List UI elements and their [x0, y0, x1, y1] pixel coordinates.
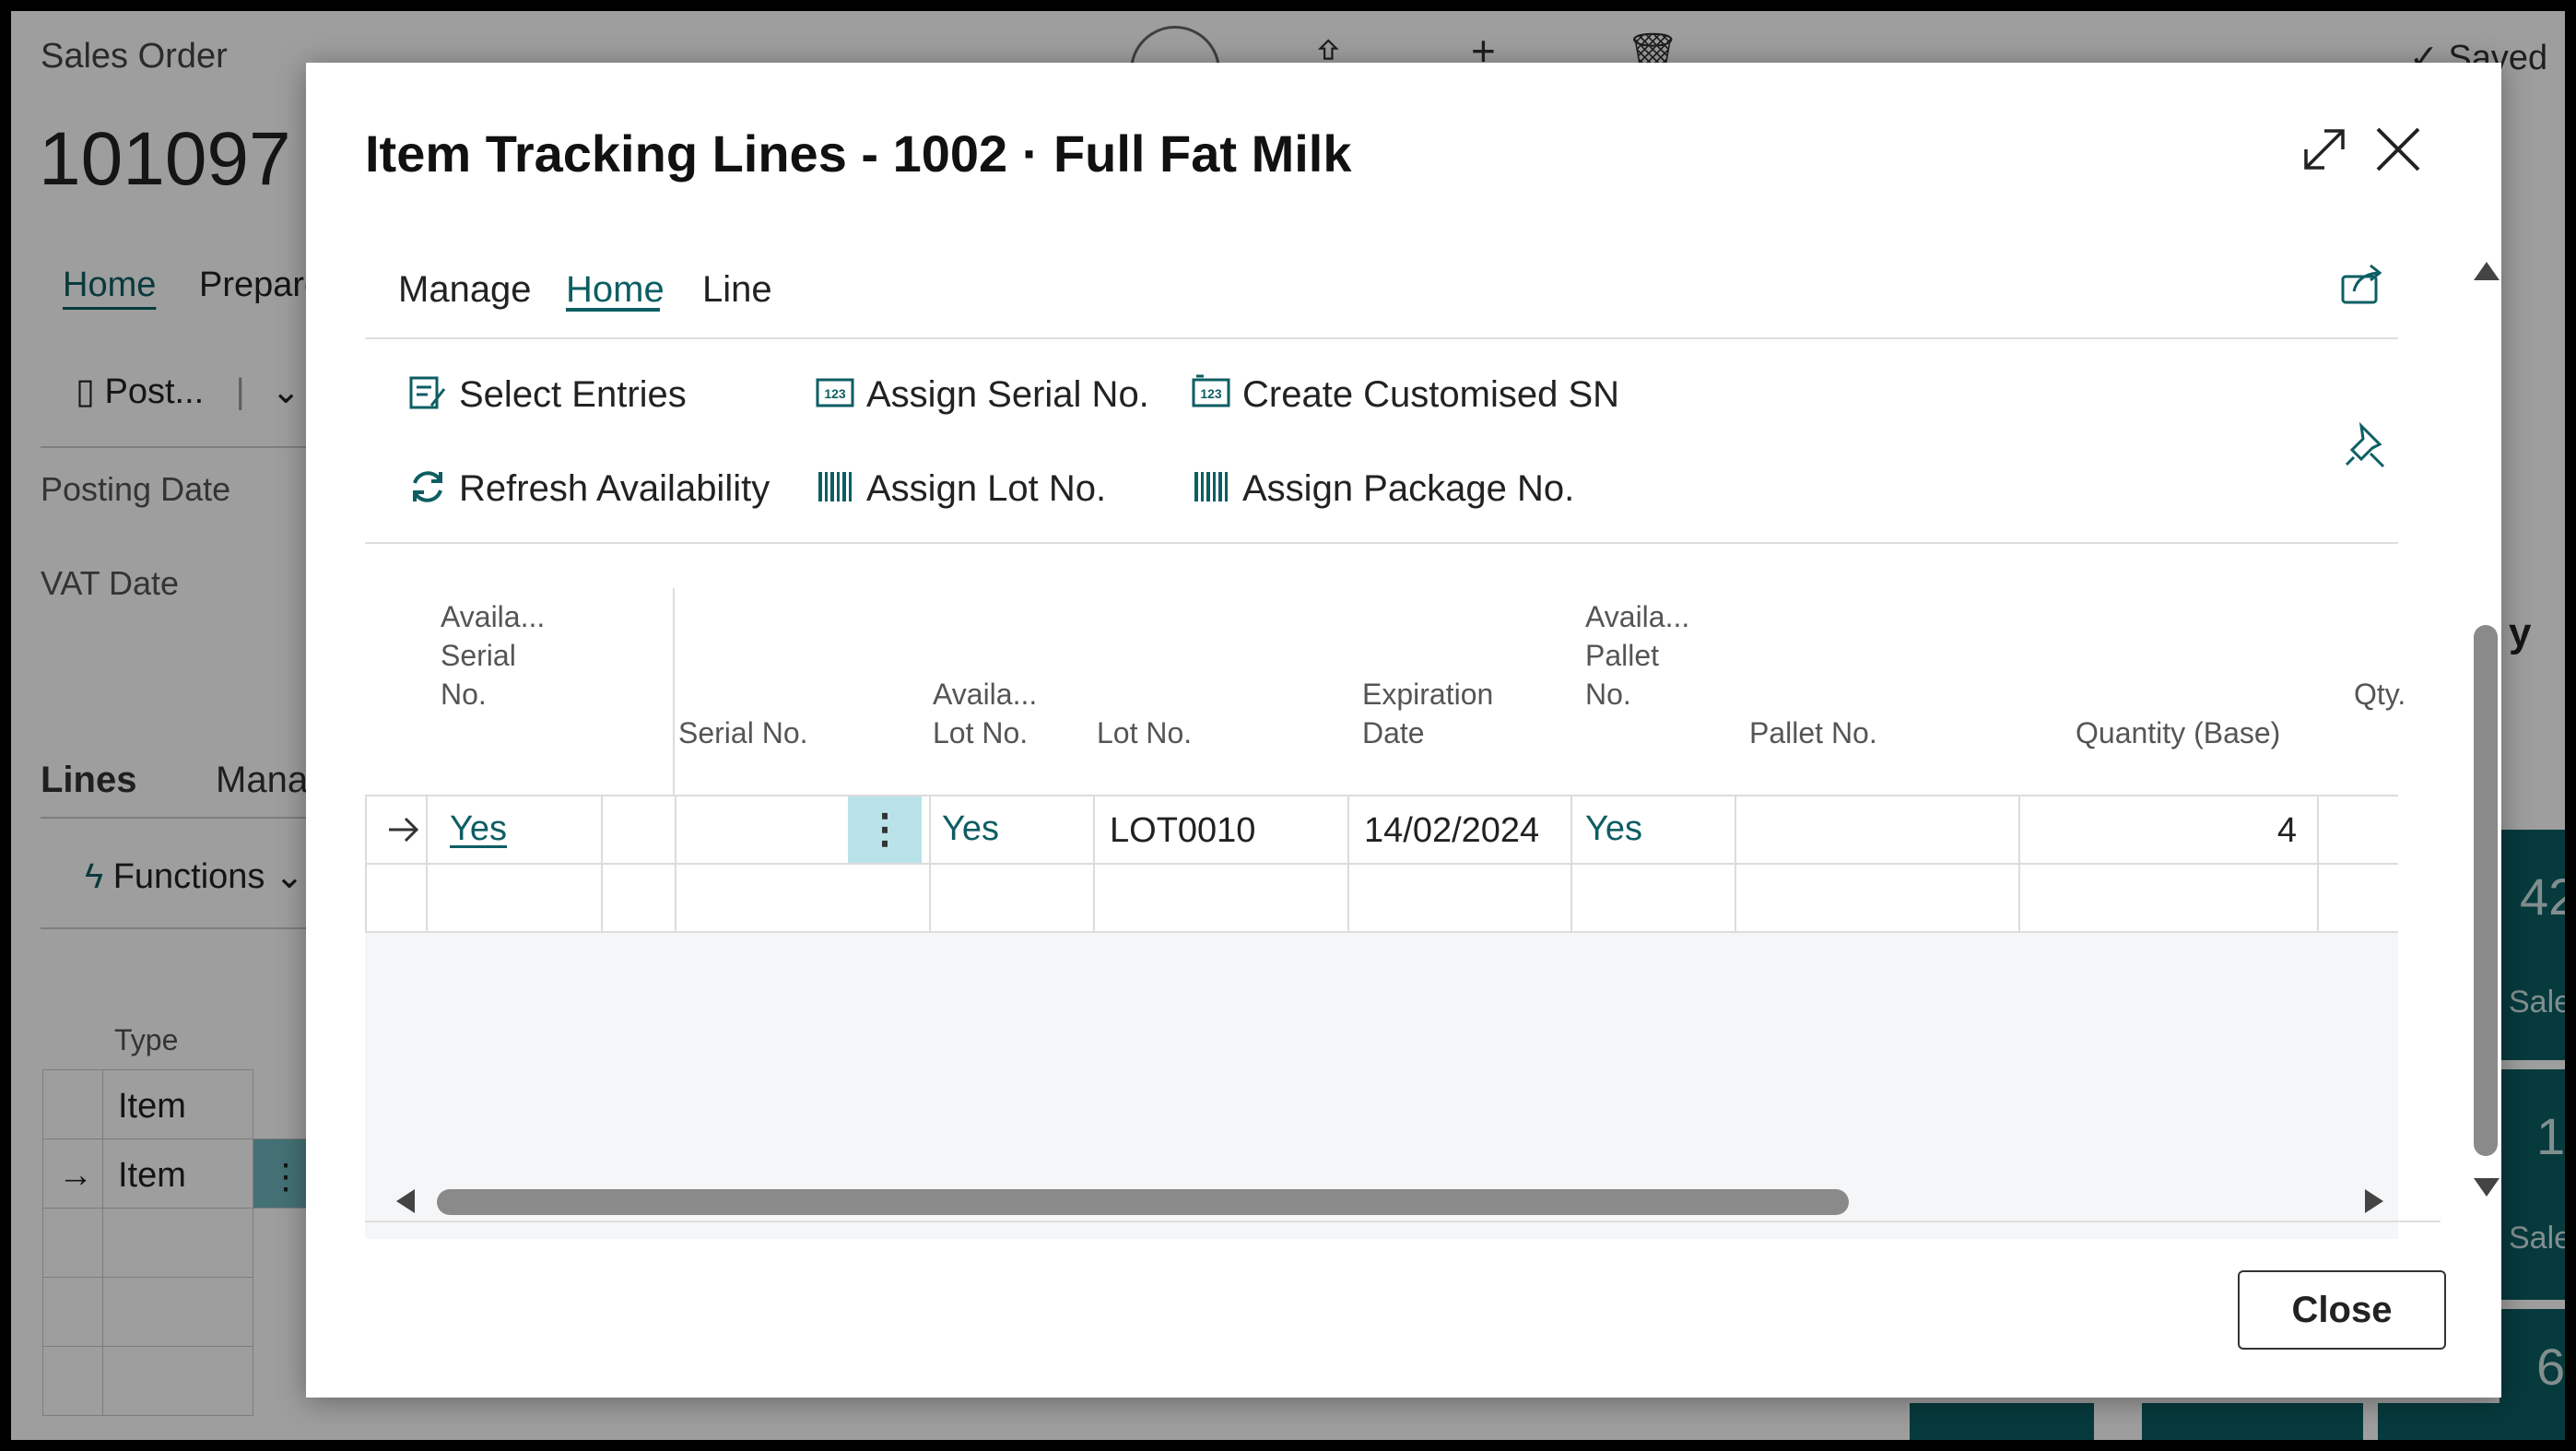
select-entries-button[interactable]: Select Entries [459, 374, 687, 416]
svg-text:123: 123 [1200, 386, 1222, 401]
column-header-avail-serial[interactable]: Availa... Serial No. [441, 597, 545, 714]
horizontal-scrollbar[interactable] [437, 1189, 1849, 1215]
column-header-qty[interactable]: Qty. [2354, 675, 2405, 714]
assign-package-icon [1194, 472, 1228, 501]
create-customised-sn-icon: 123 [1192, 374, 1230, 407]
tab-line[interactable]: Line [702, 269, 772, 311]
share-icon[interactable] [2337, 260, 2385, 308]
cell-expiration-date[interactable]: 14/02/2024 [1364, 811, 1539, 851]
row-actions-button[interactable]: ⋮ [848, 796, 922, 863]
column-header-lot-no[interactable]: Lot No. [1097, 714, 1192, 752]
active-tab-indicator [566, 308, 660, 312]
more-options-icon: ⋮ [865, 807, 905, 852]
cell-avail-lot[interactable]: Yes [942, 809, 999, 849]
cell-avail-serial[interactable]: Yes [450, 809, 507, 849]
current-row-arrow-icon [389, 817, 419, 843]
svg-text:123: 123 [824, 386, 846, 401]
assign-serial-button[interactable]: Assign Serial No. [866, 374, 1149, 416]
footer-divider [365, 1221, 2441, 1222]
column-header-pallet-no[interactable]: Pallet No. [1749, 714, 1877, 752]
tab-manage[interactable]: Manage [398, 269, 532, 311]
assign-lot-button[interactable]: Assign Lot No. [866, 468, 1106, 510]
vertical-scrollbar[interactable] [2474, 625, 2498, 1156]
pin-icon[interactable] [2343, 420, 2387, 468]
item-tracking-dialog: Item Tracking Lines - 1002 · Full Fat Mi… [306, 63, 2501, 1398]
column-header-avail-lot[interactable]: Availa... Lot No. [933, 675, 1037, 752]
column-header-quantity-base[interactable]: Quantity (Base) [2076, 714, 2280, 752]
cell-avail-pallet[interactable]: Yes [1585, 809, 1642, 849]
select-entries-icon [409, 376, 446, 409]
column-header-expiration-date[interactable]: Expiration Date [1362, 675, 1493, 752]
actions-divider [365, 542, 2398, 544]
close-button[interactable]: Close [2238, 1270, 2446, 1350]
cell-quantity-base[interactable]: 4 [2020, 811, 2297, 851]
expand-icon[interactable] [2297, 122, 2352, 177]
column-header-serial-no[interactable]: Serial No. [678, 714, 808, 752]
dialog-title: Item Tracking Lines - 1002 · Full Fat Mi… [365, 124, 1352, 183]
assign-lot-icon [818, 472, 852, 501]
scroll-down-arrow-icon[interactable] [2474, 1178, 2500, 1197]
menu-divider [365, 337, 2398, 339]
close-icon[interactable] [2369, 120, 2428, 179]
scroll-right-arrow-icon[interactable] [2365, 1189, 2383, 1213]
column-header-avail-pallet[interactable]: Availa... Pallet No. [1585, 597, 1689, 714]
tab-home[interactable]: Home [566, 269, 665, 311]
scroll-left-arrow-icon[interactable] [396, 1189, 415, 1213]
assign-package-button[interactable]: Assign Package No. [1242, 468, 1574, 510]
create-customised-sn-button[interactable]: Create Customised SN [1242, 374, 1619, 416]
refresh-availability-button[interactable]: Refresh Availability [459, 468, 770, 510]
scroll-up-arrow-icon[interactable] [2474, 262, 2500, 280]
refresh-icon [413, 471, 442, 502]
cell-lot-no[interactable]: LOT0010 [1110, 811, 1255, 851]
assign-serial-icon: 123 [816, 378, 854, 407]
